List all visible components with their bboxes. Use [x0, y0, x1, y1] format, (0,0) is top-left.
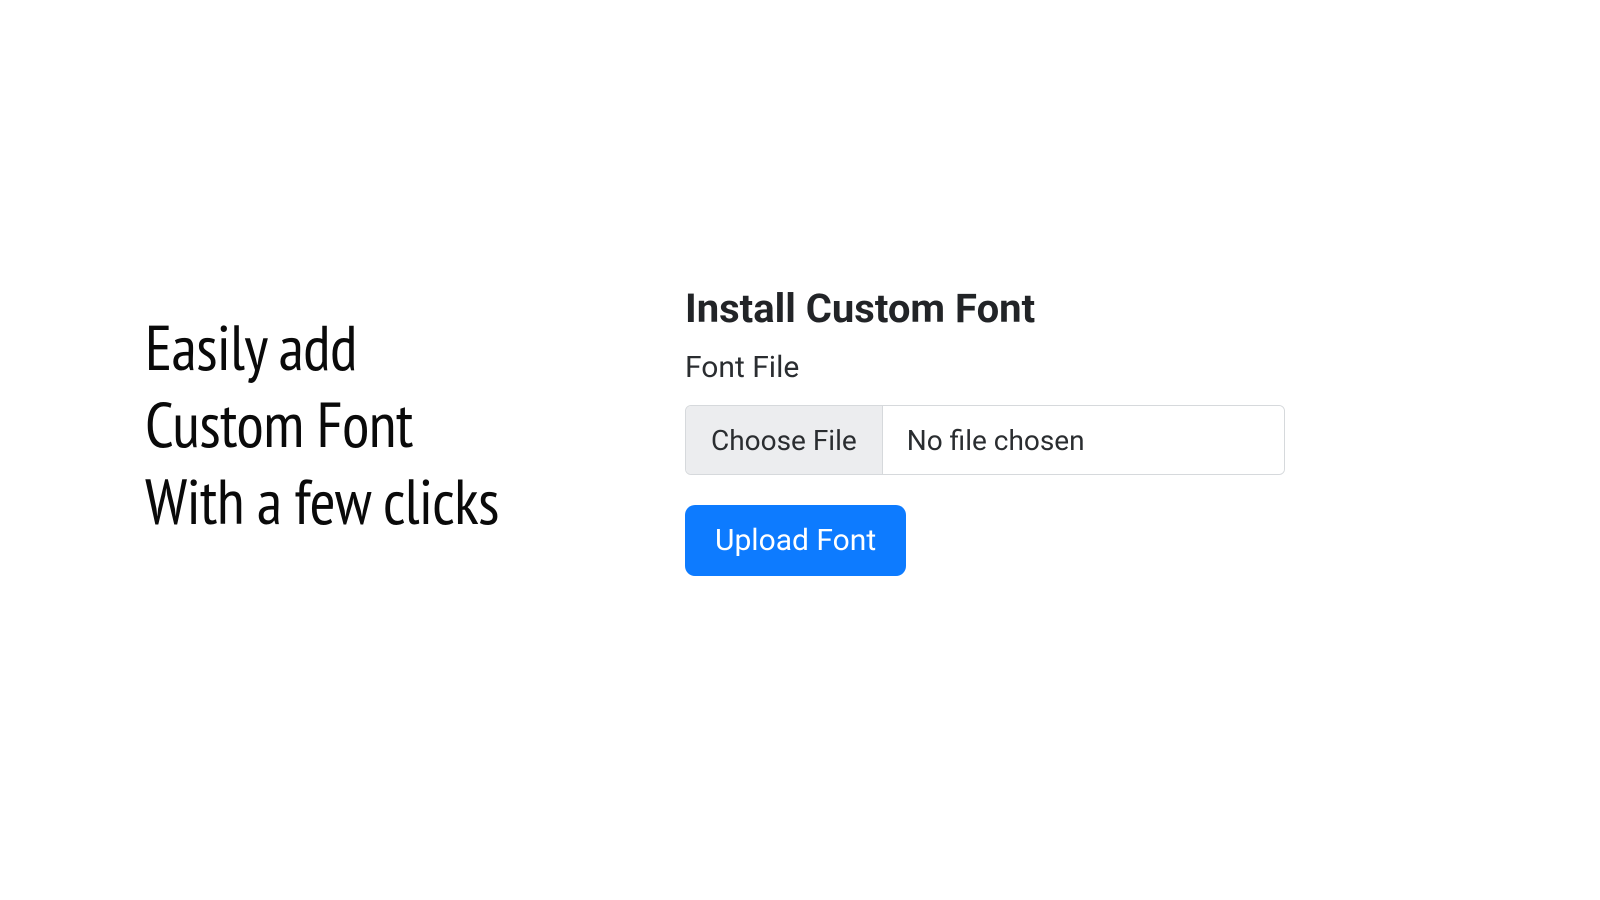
- form-title: Install Custom Font: [685, 285, 1285, 332]
- upload-font-button[interactable]: Upload Font: [685, 505, 906, 576]
- tagline-line-2: Custom Font: [145, 387, 499, 464]
- upload-form-section: Install Custom Font Font File Choose Fil…: [685, 285, 1285, 576]
- file-input[interactable]: Choose File No file chosen: [685, 405, 1285, 475]
- main-container: Easily add Custom Font With a few clicks…: [0, 0, 1600, 900]
- font-file-label: Font File: [685, 350, 1285, 385]
- tagline-line-3: With a few clicks: [145, 464, 499, 541]
- choose-file-button[interactable]: Choose File: [686, 406, 883, 474]
- tagline-line-1: Easily add: [145, 310, 499, 387]
- tagline-section: Easily add Custom Font With a few clicks: [145, 310, 499, 541]
- tagline-text: Easily add Custom Font With a few clicks: [145, 310, 499, 541]
- file-status-text: No file chosen: [883, 406, 1284, 474]
